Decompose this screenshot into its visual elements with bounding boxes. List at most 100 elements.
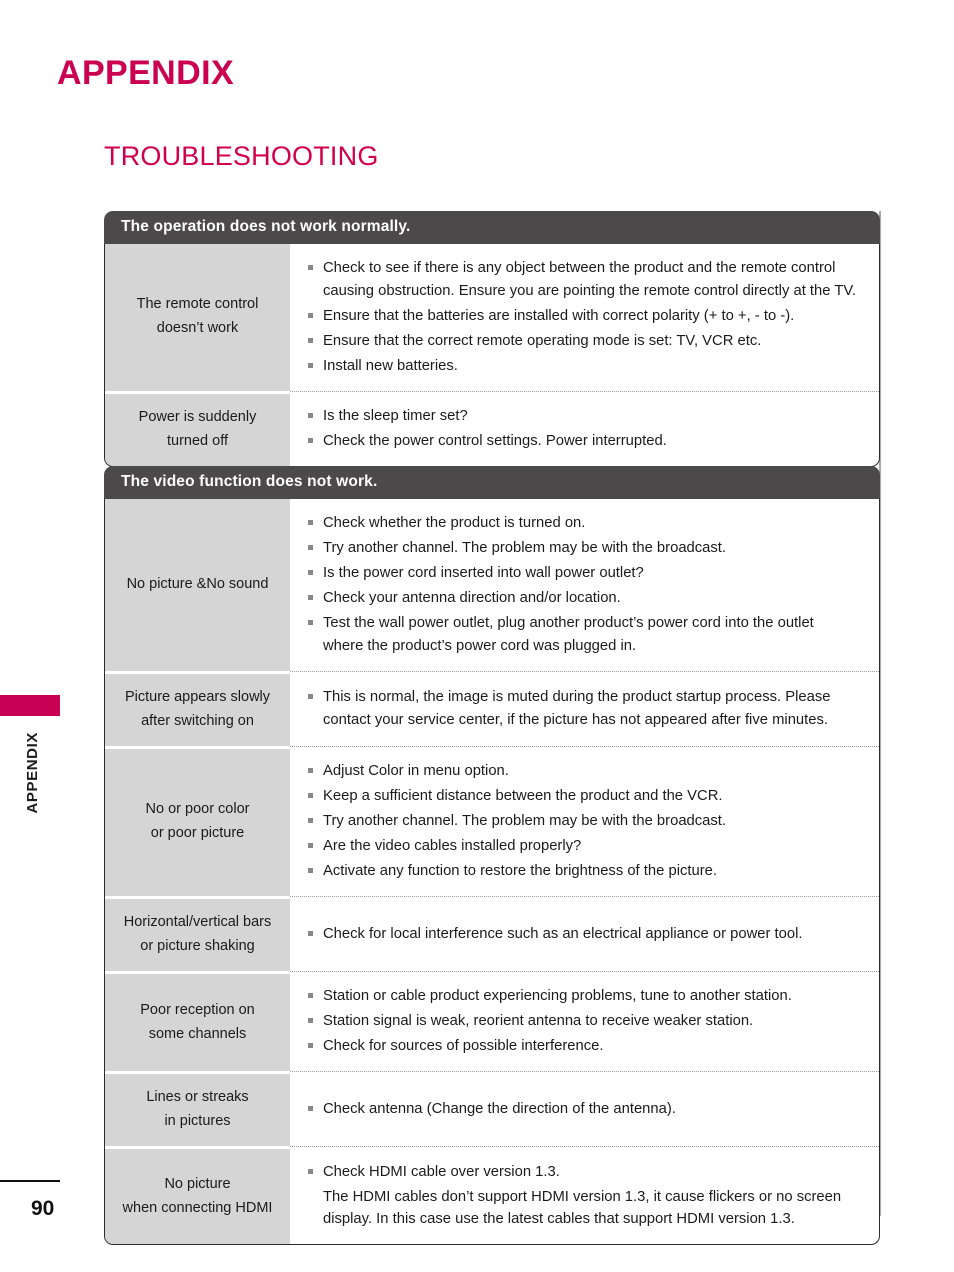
solution-line: Test the wall power outlet, plug another… [323, 615, 814, 632]
table-row: Power is suddenly turned off Is the sleep … [105, 390, 879, 467]
solution-item: Is the sleep timer set? [308, 405, 865, 427]
solution-list: Check antenna (Change the direction of t… [308, 1096, 865, 1123]
solution-list: This is normal, the image is muted durin… [308, 684, 865, 734]
solution-item: Check for sources of possible interferen… [308, 1035, 865, 1057]
solution-item: Try another channel. The problem may be … [308, 810, 865, 832]
solution-line: The HDMI cables don’t support HDMI versi… [323, 1188, 842, 1205]
symptom-line: No or poor color [145, 801, 250, 818]
symptom-line: in pictures [164, 1113, 231, 1130]
table-row: The remote control doesn’t work Check to s… [105, 243, 879, 391]
symptom-cell: Power is suddenly turned off [105, 390, 290, 467]
troubleshooting-table: The video function does not work. No pict… [104, 466, 880, 1246]
solution-cell: Check antenna (Change the direction of t… [290, 1071, 879, 1146]
symptom-cell: No picture &No sound [105, 498, 290, 671]
solution-cell: Station or cable product experiencing pr… [290, 970, 879, 1071]
solution-item: Station signal is weak, reorient antenna… [308, 1010, 865, 1032]
solution-cell: This is normal, the image is muted durin… [290, 670, 879, 746]
solution-line: Check antenna (Change the direction of t… [323, 1101, 676, 1118]
table-row: No or poor color or poor picture Adjust Co… [105, 745, 879, 897]
symptom-cell: Picture appears slowly after switching on [105, 670, 290, 746]
symptom-line: Lines or streaks [146, 1089, 249, 1106]
table-row: No picture &No sound Check whether the pr… [105, 498, 879, 671]
troubleshooting-table: The operation does not work normally. The… [104, 211, 880, 468]
solution-item: Check to see if there is any object betw… [308, 257, 865, 302]
symptom-line: some channels [148, 1025, 247, 1042]
symptom-line: Horizontal/vertical bars [123, 914, 272, 931]
section-title: TROUBLESHOOTING [104, 141, 379, 171]
solution-item: Activate any function to restore the bri… [308, 860, 865, 882]
symptom-line: after switching on [141, 712, 254, 729]
solution-cell: Check whether the product is turned on. T… [290, 499, 879, 671]
chapter-side-label: APPENDIX [24, 732, 41, 814]
symptom-line: when connecting HDMI [122, 1199, 273, 1216]
symptom-cell: No or poor color or poor picture [105, 745, 290, 897]
solution-line: Ensure that the batteries are installed … [323, 307, 795, 324]
symptom-line: The remote control [136, 296, 259, 313]
solution-line: Are the video cables installed properly? [323, 838, 582, 855]
solution-item: Are the video cables installed properly? [308, 835, 865, 857]
solution-line: Try another channel. The problem may be … [323, 813, 727, 830]
table-row: Lines or streaks in pictures Check antenna… [105, 1071, 879, 1147]
solution-item: This is normal, the image is muted durin… [308, 686, 865, 731]
solution-line: Activate any function to restore the bri… [323, 863, 717, 880]
solution-item: Ensure that the batteries are installed … [308, 305, 865, 327]
solution-item: Test the wall power outlet, plug another… [308, 612, 865, 657]
solution-line: Is the sleep timer set? [323, 408, 468, 425]
solution-list: Check whether the product is turned on. T… [308, 510, 865, 660]
solution-cell: Check for local interference such as an … [290, 896, 879, 971]
solution-list: Check to see if there is any object betw… [308, 255, 865, 380]
symptom-line: Power is suddenly [138, 409, 257, 426]
solution-item: Check HDMI cable over version 1.3. [308, 1161, 865, 1183]
symptom-line: No picture &No sound [126, 575, 269, 592]
solution-item: Ensure that the correct remote operating… [308, 330, 865, 352]
solution-cell: Adjust Color in menu option. Keep a suffi… [290, 745, 879, 896]
table-row: Picture appears slowly after switching on… [105, 670, 879, 746]
solution-line: Check your antenna direction and/or loca… [323, 590, 621, 607]
page-number: 90 [31, 1197, 55, 1220]
table-body: The remote control doesn’t work Check to s… [104, 243, 880, 468]
table-body: No picture &No sound Check whether the pr… [104, 498, 880, 1246]
solution-line: contact your service center, if the pict… [323, 711, 829, 728]
page-title: APPENDIX [57, 54, 235, 92]
solution-list: Check HDMI cable over version 1.3. The HD… [308, 1158, 865, 1233]
solution-line: Check to see if there is any object betw… [323, 260, 836, 277]
solution-item: Station or cable product experiencing pr… [308, 985, 865, 1007]
table-row: Poor reception on some channels Station or… [105, 970, 879, 1072]
symptom-line: doesn’t work [156, 320, 239, 337]
table-header: The video function does not work. [104, 466, 880, 499]
solution-cell: Check to see if there is any object betw… [290, 244, 879, 391]
solution-item: Install new batteries. [308, 355, 865, 377]
solution-list: Station or cable product experiencing pr… [308, 983, 865, 1060]
solution-line: causing obstruction. Ensure you are poin… [323, 282, 856, 299]
solution-line: Keep a sufficient distance between the p… [323, 788, 723, 805]
page-number-rule [0, 1180, 60, 1182]
symptom-cell: Lines or streaks in pictures [105, 1071, 290, 1147]
solution-item: Check antenna (Change the direction of t… [308, 1098, 865, 1120]
solution-line: Check HDMI cable over version 1.3. [323, 1163, 560, 1180]
solution-cell: Is the sleep timer set? Check the power c… [290, 390, 879, 466]
symptom-cell: No picture when connecting HDMI [105, 1146, 290, 1245]
solution-line: Station or cable product experiencing pr… [323, 988, 792, 1005]
solution-line: Adjust Color in menu option. [323, 763, 509, 780]
symptom-cell: Horizontal/vertical bars or picture shaki… [105, 896, 290, 971]
symptom-line: turned off [166, 433, 228, 450]
solution-list: Is the sleep timer set? Check the power c… [308, 403, 865, 455]
solution-line: Check for local interference such as an … [323, 925, 803, 942]
symptom-line: Poor reception on [140, 1001, 255, 1018]
solution-line: Check the power control settings. Power … [323, 433, 667, 450]
symptom-line: No picture [164, 1175, 231, 1192]
solution-item: Keep a sufficient distance between the p… [308, 785, 865, 807]
solution-cell: Check HDMI cable over version 1.3. The HD… [290, 1146, 879, 1244]
solution-list: Adjust Color in menu option. Keep a suffi… [308, 758, 865, 885]
solution-line: Check for sources of possible interferen… [323, 1038, 604, 1055]
symptom-cell: The remote control doesn’t work [105, 243, 290, 391]
solution-line: Is the power cord inserted into wall pow… [323, 565, 644, 582]
solution-item: Try another channel. The problem may be … [308, 537, 865, 559]
solution-item: Check for local interference such as an … [308, 923, 865, 945]
solution-line: Try another channel. The problem may be … [323, 540, 727, 557]
solution-line: Install new batteries. [323, 357, 458, 374]
solution-item: Check whether the product is turned on. [308, 512, 865, 534]
table-row: No picture when connecting HDMI Check HDMI… [105, 1146, 879, 1245]
table-header: The operation does not work normally. [104, 211, 880, 244]
solution-item: Is the power cord inserted into wall pow… [308, 562, 865, 584]
